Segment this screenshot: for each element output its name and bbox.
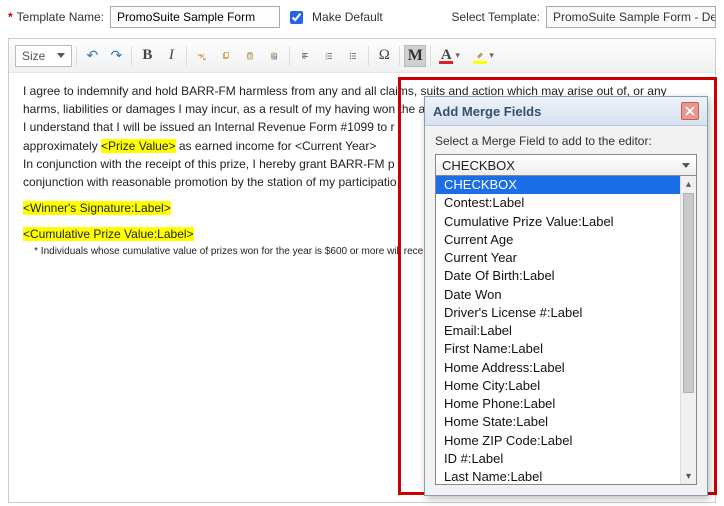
merge-field-option[interactable]: Current Year [436, 249, 696, 267]
merge-field-option[interactable]: Last Name:Label [436, 468, 696, 485]
merge-field-option[interactable]: CHECKBOX [436, 176, 696, 194]
merge-tag-winner-signature: <Winner's Signature:Label> [23, 201, 171, 215]
scroll-down-button[interactable]: ▾ [681, 468, 696, 484]
font-size-label: Size [22, 49, 45, 63]
cut-button[interactable] [191, 45, 213, 67]
merge-tag-cumulative-prize: <Cumulative Prize Value:Label> [23, 227, 194, 241]
redo-button[interactable]: ↷ [105, 45, 127, 67]
make-default-label: Make Default [312, 10, 383, 24]
merge-tag-prize-value: <Prize Value> [101, 139, 176, 153]
svg-text:W: W [274, 55, 278, 59]
dialog-titlebar[interactable]: Add Merge Fields [425, 97, 707, 126]
merge-field-option[interactable]: Home City:Label [436, 377, 696, 395]
merge-field-combo[interactable]: CHECKBOX [435, 154, 697, 176]
scroll-up-button[interactable]: ▴ [681, 176, 696, 192]
toolbar-separator [76, 46, 77, 66]
dialog-title-text: Add Merge Fields [433, 104, 541, 119]
make-default-checkbox[interactable] [290, 11, 303, 24]
close-icon [685, 106, 695, 116]
font-size-combo[interactable]: Size [15, 45, 72, 67]
template-name-label: Template Name: [17, 10, 104, 24]
merge-field-option[interactable]: Home Address:Label [436, 359, 696, 377]
merge-field-option[interactable]: ID #:Label [436, 450, 696, 468]
scroll-thumb[interactable] [683, 193, 694, 393]
paste-word-button[interactable]: W [263, 45, 285, 67]
merge-field-option[interactable]: Date Won [436, 286, 696, 304]
merge-field-option[interactable]: Contest:Label [436, 194, 696, 212]
merge-field-option[interactable]: Date Of Birth:Label [436, 267, 696, 285]
select-template-label: Select Template: [452, 10, 541, 24]
toolbar-separator [430, 46, 431, 66]
numbered-list-button[interactable]: 123 [318, 45, 340, 67]
dialog-instruction: Select a Merge Field to add to the edito… [435, 134, 697, 148]
toolbar-separator [368, 46, 369, 66]
merge-field-option[interactable]: Home ZIP Code:Label [436, 432, 696, 450]
close-button[interactable] [681, 102, 699, 120]
special-char-button[interactable]: Ω [373, 45, 395, 67]
scrollbar[interactable]: ▴ ▾ [680, 176, 696, 484]
dialog-body: Select a Merge Field to add to the edito… [425, 126, 707, 495]
highlight-color-button[interactable] [469, 45, 491, 67]
svg-text:3: 3 [326, 57, 328, 60]
toolbar-separator [186, 46, 187, 66]
copy-button[interactable] [215, 45, 237, 67]
select-template-dropdown[interactable]: PromoSuite Sample Form - Def [546, 6, 716, 28]
chevron-down-icon [682, 163, 690, 168]
undo-button[interactable]: ↶ [81, 45, 103, 67]
merge-field-option[interactable]: Current Age [436, 231, 696, 249]
merge-fields-dialog: Add Merge Fields Select a Merge Field to… [424, 96, 708, 496]
template-name-input[interactable] [110, 6, 280, 28]
select-template-value: PromoSuite Sample Form - Def [553, 10, 716, 24]
merge-field-option[interactable]: First Name:Label [436, 340, 696, 358]
align-button[interactable] [294, 45, 316, 67]
select-template-group: Select Template: PromoSuite Sample Form … [452, 6, 717, 28]
toolbar-separator [289, 46, 290, 66]
merge-field-listbox[interactable]: CHECKBOXContest:LabelCumulative Prize Va… [435, 176, 697, 485]
merge-field-option[interactable]: Driver's License #:Label [436, 304, 696, 322]
top-bar: * Template Name: Make Default Select Tem… [0, 0, 724, 34]
merge-field-option[interactable]: Email:Label [436, 322, 696, 340]
bold-button[interactable]: B [136, 45, 158, 67]
editor-toolbar: Size ↶ ↷ B I W 123 Ω M A ▾ ▾ [9, 39, 715, 73]
merge-field-option[interactable]: Cumulative Prize Value:Label [436, 213, 696, 231]
paste-button[interactable] [239, 45, 261, 67]
italic-button[interactable]: I [160, 45, 182, 67]
toolbar-separator [131, 46, 132, 66]
combo-value: CHECKBOX [442, 158, 515, 173]
chevron-down-icon [57, 53, 65, 58]
font-color-button[interactable]: A [435, 45, 457, 67]
required-star: * [8, 10, 13, 24]
merge-field-button[interactable]: M [404, 45, 426, 67]
toolbar-separator [399, 46, 400, 66]
merge-field-option[interactable]: Home State:Label [436, 413, 696, 431]
merge-field-option[interactable]: Home Phone:Label [436, 395, 696, 413]
bullet-list-button[interactable] [342, 45, 364, 67]
